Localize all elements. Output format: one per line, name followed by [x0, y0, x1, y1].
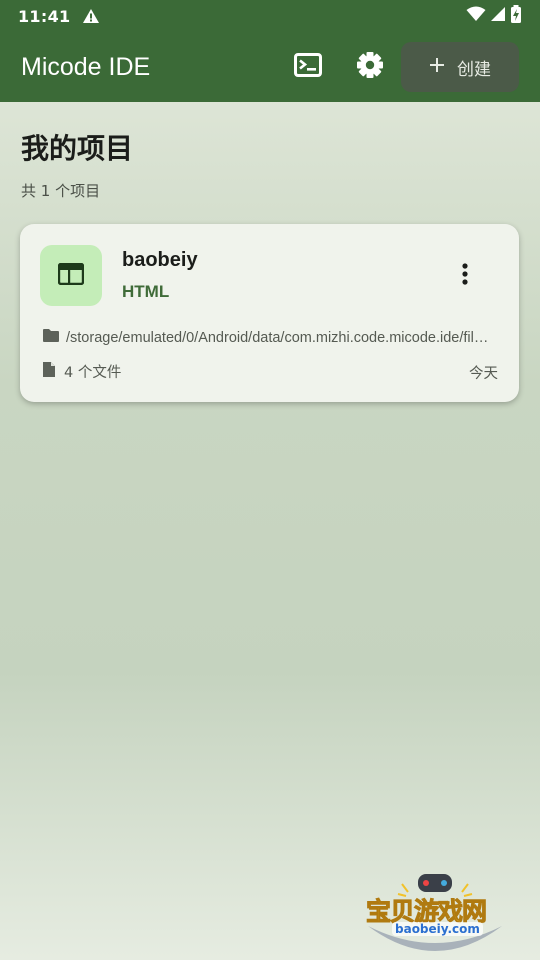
- terminal-icon: [294, 53, 322, 81]
- cellular-signal-icon: [490, 6, 506, 26]
- file-icon: [42, 361, 56, 382]
- file-count: 4 个文件: [64, 365, 122, 381]
- project-count: 共 1 个项目: [21, 182, 101, 200]
- wifi-icon: [466, 6, 486, 26]
- project-path: /storage/emulated/0/Android/data/com.miz…: [66, 329, 494, 346]
- more-vert-icon: [462, 263, 468, 289]
- gear-icon: [356, 51, 384, 83]
- warning-icon: [82, 8, 100, 24]
- project-type: HTML: [122, 282, 170, 301]
- project-path-row: /storage/emulated/0/Android/data/com.miz…: [42, 328, 494, 347]
- more-options-button[interactable]: [456, 262, 474, 290]
- folder-icon: [42, 328, 60, 347]
- project-date: 今天: [469, 366, 498, 382]
- plus-icon: [429, 57, 445, 78]
- web-window-icon: [57, 262, 85, 289]
- project-name: baobeiy: [122, 249, 198, 271]
- create-button-label: 创建: [457, 59, 491, 80]
- terminal-button[interactable]: [288, 50, 328, 84]
- app-bar: Micode IDE 创建: [0, 32, 540, 102]
- create-button[interactable]: 创建: [401, 42, 519, 92]
- project-icon-box: [40, 245, 102, 306]
- project-card[interactable]: baobeiy HTML /storage/emulated/0/Android…: [20, 224, 519, 402]
- watermark-url: baobeiy.com: [392, 922, 483, 936]
- battery-charging-icon: [510, 5, 522, 27]
- page-title: 我的项目: [21, 132, 134, 165]
- status-time: 11:41: [18, 6, 71, 26]
- settings-button[interactable]: [350, 49, 390, 85]
- watermark-logo: 宝贝游戏网 baobeiy.com: [360, 868, 510, 956]
- status-icons: [466, 5, 522, 27]
- file-count-row: 4 个文件: [42, 361, 121, 382]
- status-bar: 11:41: [0, 0, 540, 32]
- app-title: Micode IDE: [21, 52, 151, 81]
